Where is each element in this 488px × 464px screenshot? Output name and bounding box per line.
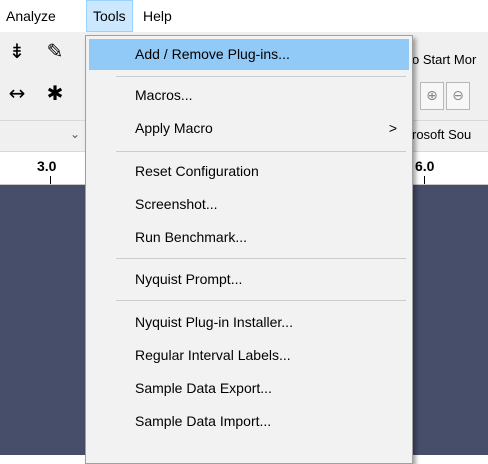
ruler-tick	[424, 176, 425, 184]
menu-item-macros[interactable]: Macros...	[89, 80, 409, 111]
submenu-arrow-icon: >	[388, 120, 397, 136]
menu-tools[interactable]: Tools	[86, 0, 133, 32]
menu-separator	[116, 258, 406, 259]
zoom-in-icon[interactable]: ⊕	[420, 82, 444, 110]
menu-item-sample-data-import[interactable]: Sample Data Import...	[89, 406, 409, 437]
ruler-tick	[50, 176, 51, 184]
menu-item-nyquist-installer[interactable]: Nyquist Plug-in Installer...	[89, 307, 409, 338]
menu-item-reset-configuration[interactable]: Reset Configuration	[89, 156, 409, 187]
device-select[interactable]: rosoft Sou	[412, 127, 471, 142]
multi-tool-icon[interactable]: ✱	[40, 76, 70, 110]
menu-item-sample-data-export[interactable]: Sample Data Export...	[89, 373, 409, 404]
draw-tool-icon[interactable]: ✎	[40, 34, 70, 68]
menu-item-regular-interval-labels[interactable]: Regular Interval Labels...	[89, 340, 409, 371]
menubar: Analyze Tools Help	[0, 0, 488, 33]
menu-help[interactable]: Help	[137, 0, 178, 32]
menu-separator	[116, 151, 406, 152]
menu-separator	[116, 300, 406, 301]
menu-item-screenshot[interactable]: Screenshot...	[89, 189, 409, 220]
zoom-tool-icon[interactable]: ↔	[2, 76, 32, 110]
menu-item-run-benchmark[interactable]: Run Benchmark...	[89, 222, 409, 253]
ruler-label: 6.0	[415, 158, 435, 174]
envelope-tool-icon[interactable]: ⇟	[2, 34, 32, 68]
zoom-out-icon[interactable]: ⊖	[446, 82, 470, 110]
menu-item-label: Apply Macro	[135, 120, 213, 136]
menu-item-apply-macro[interactable]: Apply Macro >	[89, 113, 409, 144]
tools-menu: Add / Remove Plug-ins... Macros... Apply…	[85, 35, 413, 464]
menu-item-add-remove-plugins[interactable]: Add / Remove Plug-ins...	[89, 39, 409, 70]
start-monitoring-label[interactable]: o Start Mor	[412, 52, 476, 67]
menu-analyze[interactable]: Analyze	[0, 0, 62, 32]
ruler-label: 3.0	[37, 158, 57, 174]
chevron-down-icon[interactable]: ⌄	[70, 127, 80, 141]
menu-item-nyquist-prompt[interactable]: Nyquist Prompt...	[89, 264, 409, 295]
menu-separator	[116, 76, 406, 77]
